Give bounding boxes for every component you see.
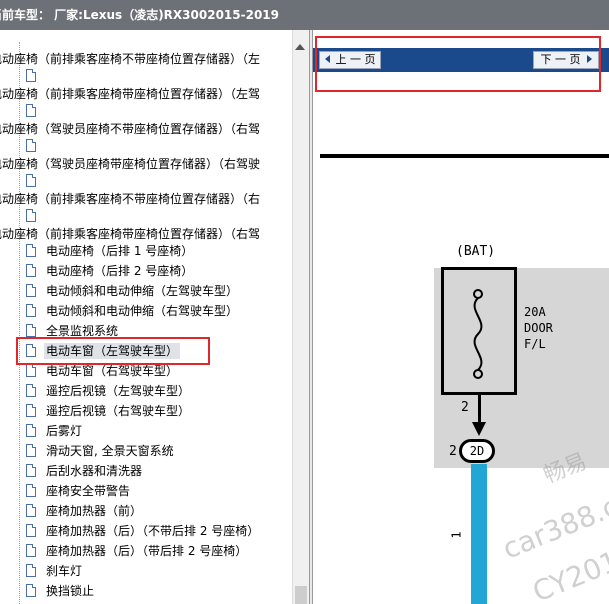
tree-item[interactable]: 后刮水器和清洗器 — [26, 461, 144, 481]
tree-item-label: 电动车窗（右驾驶车型） — [46, 364, 179, 378]
connector-2d: 2D — [459, 439, 495, 463]
document-icon — [26, 424, 36, 437]
tree-item-label: 座椅加热器（后）（不带后排 2 号座椅） — [46, 524, 260, 538]
fuse-label: 20A DOOR F/L — [524, 305, 553, 351]
tree-leaf[interactable] — [26, 206, 36, 226]
tree-item[interactable]: 刹车灯 — [26, 561, 84, 581]
tree-item-label: 电动倾斜和电动伸缩（左驾驶车型） — [46, 284, 239, 298]
tree-item[interactable]: 遥控后视镜（左驾驶车型） — [26, 381, 192, 401]
scroll-thumb[interactable] — [295, 586, 307, 604]
document-icon — [26, 404, 36, 417]
tree-item-label: 后雾灯 — [46, 424, 83, 438]
tree-item[interactable]: 电动倾斜和电动伸缩（左驾驶车型） — [26, 281, 240, 301]
tree-leaf[interactable] — [26, 136, 36, 156]
wire-number: 1 — [449, 531, 464, 539]
tree-item-label: 电动倾斜和电动伸缩（右驾驶车型） — [46, 304, 239, 318]
document-icon — [26, 504, 36, 517]
diagram-rule — [320, 154, 609, 158]
document-icon — [26, 384, 36, 397]
tree-category[interactable]: 电动座椅（驾驶员座椅不带座椅位置存储器）（右驾 — [0, 119, 260, 139]
tree-leaf[interactable] — [26, 101, 36, 121]
bat-label: (BAT) — [456, 244, 496, 259]
document-icon — [26, 284, 36, 297]
tree-leaf[interactable] — [26, 66, 36, 86]
tree-item-label: 遥控后视镜（左驾驶车型） — [46, 384, 191, 398]
tree-item[interactable]: 电动倾斜和电动伸缩（右驾驶车型） — [26, 301, 240, 321]
document-icon — [26, 304, 36, 317]
arrow-down-icon — [472, 422, 486, 436]
document-icon — [26, 264, 36, 277]
document-icon — [26, 364, 36, 377]
tree-panel[interactable]: 电动座椅（前排乘客座椅不带座椅位置存储器）（左 电动座椅（前排乘客座椅带座椅位置存… — [0, 42, 292, 604]
connector-pin-number: 2 — [449, 444, 457, 459]
tree-item[interactable]: 后雾灯 — [26, 421, 84, 441]
document-icon — [26, 104, 36, 117]
tree-item[interactable]: 换挡锁止 — [26, 581, 96, 601]
document-icon — [26, 564, 36, 577]
diagram-viewer: 上 一 页 下 一 页 (BAT) 20A DOOR F/L 2 2 2D 1 … — [313, 30, 609, 604]
tree-leaf[interactable] — [26, 171, 36, 191]
tree-category[interactable]: 电动座椅（前排乘客座椅带座椅位置存储器）（左驾 — [0, 84, 260, 104]
tree-item-label: 换挡锁止 — [46, 584, 95, 598]
tree-item-label: 刹车灯 — [46, 564, 83, 578]
document-icon — [26, 244, 36, 257]
tree-category[interactable]: 电动座椅（前排乘客座椅不带座椅位置存储器）（左 — [0, 49, 260, 69]
blue-wire — [471, 464, 487, 604]
current-model-title: 当前车型： 厂家:Lexus（凌志)RX3002015-2019 — [0, 8, 279, 22]
document-icon — [26, 524, 36, 537]
tree-item-label: 滑动天窗, 全景天窗系统 — [46, 444, 174, 458]
tree-category[interactable]: 电动座椅（驾驶员座椅带座椅位置存储器）（右驾驶 — [0, 154, 260, 174]
document-icon — [26, 209, 36, 222]
tree-item-label: 电动座椅（后排 2 号座椅） — [46, 264, 194, 278]
document-icon — [26, 444, 36, 457]
tree-category[interactable]: 电动座椅（前排乘客座椅不带座椅位置存储器）（右 — [0, 189, 260, 209]
tree-item-label: 遥控后视镜（右驾驶车型） — [46, 404, 191, 418]
tree-item[interactable]: 座椅加热器（后）（带后排 2 号座椅） — [26, 541, 249, 561]
tree-item[interactable]: 电动座椅（后排 2 号座椅） — [26, 261, 195, 281]
document-icon — [26, 464, 36, 477]
tree-item[interactable]: 电动座椅（后排 1 号座椅） — [26, 241, 195, 261]
tree-item[interactable]: 座椅加热器（后）（不带后排 2 号座椅） — [26, 521, 261, 541]
highlight-box-nav — [315, 36, 601, 92]
document-icon — [26, 174, 36, 187]
document-icon — [26, 584, 36, 597]
tree-item[interactable]: 遥控后视镜（右驾驶车型） — [26, 401, 192, 421]
tree-scrollbar[interactable] — [292, 30, 309, 604]
scroll-up-arrow-icon[interactable] — [295, 44, 305, 50]
fuse-icon — [473, 289, 483, 379]
highlight-box-selected — [16, 337, 210, 365]
fuse-box — [441, 267, 517, 395]
fuse-pin-number: 2 — [461, 400, 469, 415]
document-icon — [26, 484, 36, 497]
tree-item-label: 电动座椅（后排 1 号座椅） — [46, 244, 194, 258]
title-bar: 当前车型： 厂家:Lexus（凌志)RX3002015-2019 — [0, 0, 609, 30]
document-icon — [26, 139, 36, 152]
document-icon — [26, 544, 36, 557]
fuse-output-wire — [478, 394, 481, 424]
tree-item[interactable]: 滑动天窗, 全景天窗系统 — [26, 441, 176, 461]
document-icon — [26, 69, 36, 82]
tree-item-label: 座椅安全带警告 — [46, 484, 131, 498]
document-icon — [26, 324, 36, 337]
tree-item[interactable]: 座椅安全带警告 — [26, 481, 132, 501]
tree-item-label: 后刮水器和清洗器 — [46, 464, 143, 478]
tree-item[interactable]: 座椅加热器（前） — [26, 501, 144, 521]
tree-item-label: 座椅加热器（前） — [46, 504, 143, 518]
tree-item-label: 座椅加热器（后）（带后排 2 号座椅） — [46, 544, 248, 558]
